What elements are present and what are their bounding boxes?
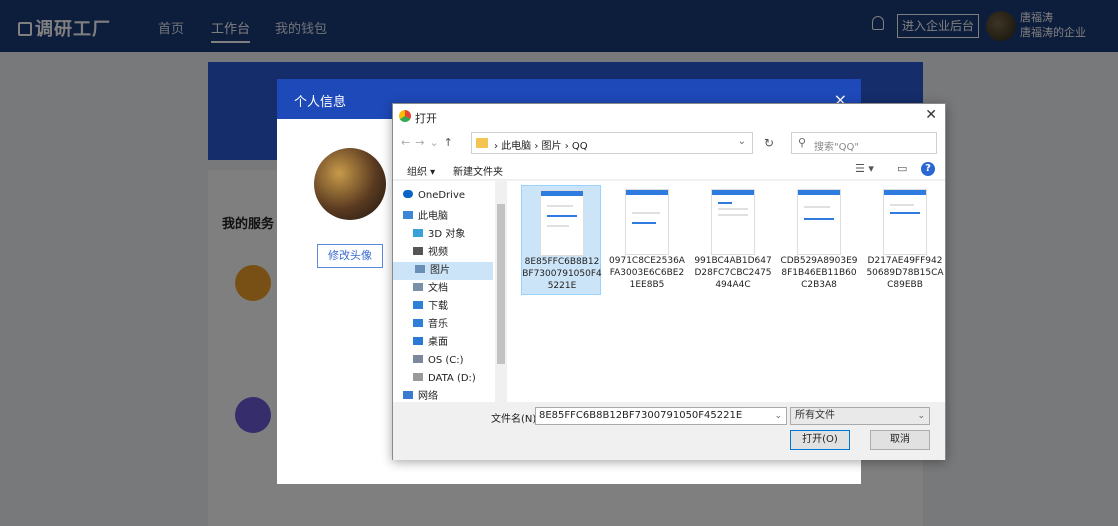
organize-menu[interactable]: 组织 ▾ (407, 163, 435, 178)
cube-icon (413, 229, 423, 237)
search-input[interactable]: ⚲ 搜索"QQ" (791, 132, 937, 154)
computer-icon (403, 211, 413, 219)
file-item[interactable]: 991BC4AB1D647D28FC7CBC2475494A4C (693, 185, 773, 295)
sidebar-item-downloads[interactable]: 下载 (413, 298, 448, 316)
network-icon (403, 391, 413, 399)
file-thumbnail (797, 189, 841, 255)
preview-pane-icon[interactable]: ▭ (897, 162, 907, 175)
download-icon (413, 301, 423, 309)
sidebar-item-label: 网络 (418, 391, 438, 402)
sidebar-item-label: 图片 (430, 265, 450, 276)
file-item[interactable]: 0971C8CE2536AFA3003E6C6BE21EE8B5 (607, 185, 687, 295)
nav-pane: OneDrive 此电脑 3D 对象 视频 图片 文档 下载 音乐 桌面 OS … (393, 181, 507, 402)
sidebar-item-label: OS (C:) (428, 355, 464, 366)
open-button[interactable]: 打开(O) (790, 430, 850, 450)
nav-pane-scroll-thumb[interactable] (497, 204, 505, 364)
address-bar: ←→⌄↑ › 此电脑 › 图片 › QQ ⌄ ↻ ⚲ 搜索"QQ" (393, 128, 945, 158)
nav-arrows: ←→⌄↑ (401, 136, 458, 149)
file-item[interactable]: CDB529A8903E98F1B46EB11B60C2B3A8 (779, 185, 859, 295)
search-icon: ⚲ (798, 136, 807, 149)
sidebar-item-pictures[interactable]: 图片 (393, 262, 493, 280)
breadcrumb: › 此电脑 › 图片 › QQ (494, 141, 588, 152)
sidebar-item-music[interactable]: 音乐 (413, 316, 448, 334)
chevron-down-icon: ⌄ (917, 411, 925, 421)
drive-icon (413, 373, 423, 381)
file-name: 8E85FFC6B8B12BF7300791050F45221E (522, 257, 602, 291)
breadcrumb-qq[interactable]: QQ (572, 141, 588, 152)
sidebar-item-drive-d[interactable]: DATA (D:) (413, 370, 476, 388)
file-name: 991BC4AB1D647D28FC7CBC2475494A4C (694, 256, 772, 290)
help-icon[interactable]: ? (921, 162, 935, 176)
sidebar-item-documents[interactable]: 文档 (413, 280, 448, 298)
sidebar-item-label: 下载 (428, 301, 448, 312)
forward-icon[interactable]: → (415, 136, 429, 149)
chrome-icon (399, 110, 411, 122)
chevron-down-icon[interactable]: ⌄ (774, 408, 782, 424)
dialog-toolbar: 组织 ▾ 新建文件夹 ☰ ▾ ▭ ? (393, 158, 945, 180)
sidebar-item-label: 视频 (428, 247, 448, 258)
sidebar-item-this-pc[interactable]: 此电脑 (403, 208, 448, 226)
file-item[interactable]: D217AE49FF94250689D78B15CAC89EBB (865, 185, 945, 295)
file-open-dialog: 打开 ✕ ←→⌄↑ › 此电脑 › 图片 › QQ ⌄ ↻ ⚲ 搜索"QQ" 组… (392, 103, 946, 460)
filename-label: 文件名(N): (491, 414, 540, 425)
sidebar-item-label: 3D 对象 (428, 229, 466, 240)
file-name: 0971C8CE2536AFA3003E6C6BE21EE8B5 (609, 256, 685, 290)
sidebar-item-network[interactable]: 网络 (403, 390, 438, 402)
breadcrumb-this-pc[interactable]: 此电脑 (501, 141, 531, 152)
sidebar-item-label: 桌面 (428, 337, 448, 348)
file-name: CDB529A8903E98F1B46EB11B60C2B3A8 (780, 256, 858, 290)
cancel-button[interactable]: 取消 (870, 430, 930, 450)
file-thumbnail (540, 190, 584, 256)
desktop-icon (413, 337, 423, 345)
dialog-footer: 文件名(N): 8E85FFC6B8B12BF7300791050F45221E… (393, 402, 945, 460)
cloud-icon (403, 190, 413, 198)
file-item[interactable]: 8E85FFC6B8B12BF7300791050F45221E (521, 185, 602, 295)
up-icon[interactable]: ↑ (444, 136, 458, 149)
sidebar-item-onedrive[interactable]: OneDrive (403, 187, 465, 205)
back-icon[interactable]: ← (401, 136, 415, 149)
sidebar-item-drive-c[interactable]: OS (C:) (413, 352, 464, 370)
breadcrumb-pictures[interactable]: 图片 (542, 141, 562, 152)
sidebar-item-label: DATA (D:) (428, 373, 476, 384)
sidebar-item-label: 此电脑 (418, 211, 448, 222)
sidebar-item-label: 文档 (428, 283, 448, 294)
sidebar-item-3d[interactable]: 3D 对象 (413, 226, 465, 244)
sidebar-item-videos[interactable]: 视频 (413, 244, 448, 262)
filename-value: 8E85FFC6B8B12BF7300791050F45221E (539, 410, 743, 421)
drive-icon (413, 355, 423, 363)
file-name: D217AE49FF94250689D78B15CAC89EBB (866, 256, 944, 290)
document-icon (413, 283, 423, 291)
filename-input[interactable]: 8E85FFC6B8B12BF7300791050F45221E ⌄ (535, 407, 787, 425)
filetype-select[interactable]: 所有文件 ⌄ (790, 407, 930, 425)
new-folder-button[interactable]: 新建文件夹 (453, 163, 503, 178)
file-thumbnail (625, 189, 669, 255)
folder-icon (476, 138, 488, 148)
recent-dropdown-icon[interactable]: ⌄ (429, 136, 443, 149)
file-list: 8E85FFC6B8B12BF7300791050F45221E 0971C8C… (507, 181, 945, 402)
sidebar-item-label: OneDrive (418, 190, 466, 201)
search-placeholder: 搜索"QQ" (814, 142, 859, 153)
file-thumbnail (883, 189, 927, 255)
view-options-icon[interactable]: ☰ ▾ (855, 162, 874, 175)
edit-avatar-button[interactable]: 修改头像 (317, 244, 383, 268)
dialog-titlebar: 打开 ✕ (393, 104, 945, 128)
filetype-value: 所有文件 (795, 410, 835, 421)
close-icon[interactable]: ✕ (925, 107, 937, 123)
chevron-down-icon[interactable]: ⌄ (738, 136, 746, 147)
file-thumbnail (711, 189, 755, 255)
dialog-title: 打开 (415, 112, 437, 125)
refresh-icon[interactable]: ↻ (759, 134, 779, 154)
sidebar-item-label: 音乐 (428, 319, 448, 330)
video-icon (413, 247, 423, 255)
modal-title: 个人信息 (294, 95, 347, 110)
picture-icon (415, 265, 425, 273)
music-icon (413, 319, 423, 327)
path-breadcrumb[interactable]: › 此电脑 › 图片 › QQ ⌄ (471, 132, 753, 154)
sidebar-item-desktop[interactable]: 桌面 (413, 334, 448, 352)
profile-avatar (314, 148, 386, 220)
